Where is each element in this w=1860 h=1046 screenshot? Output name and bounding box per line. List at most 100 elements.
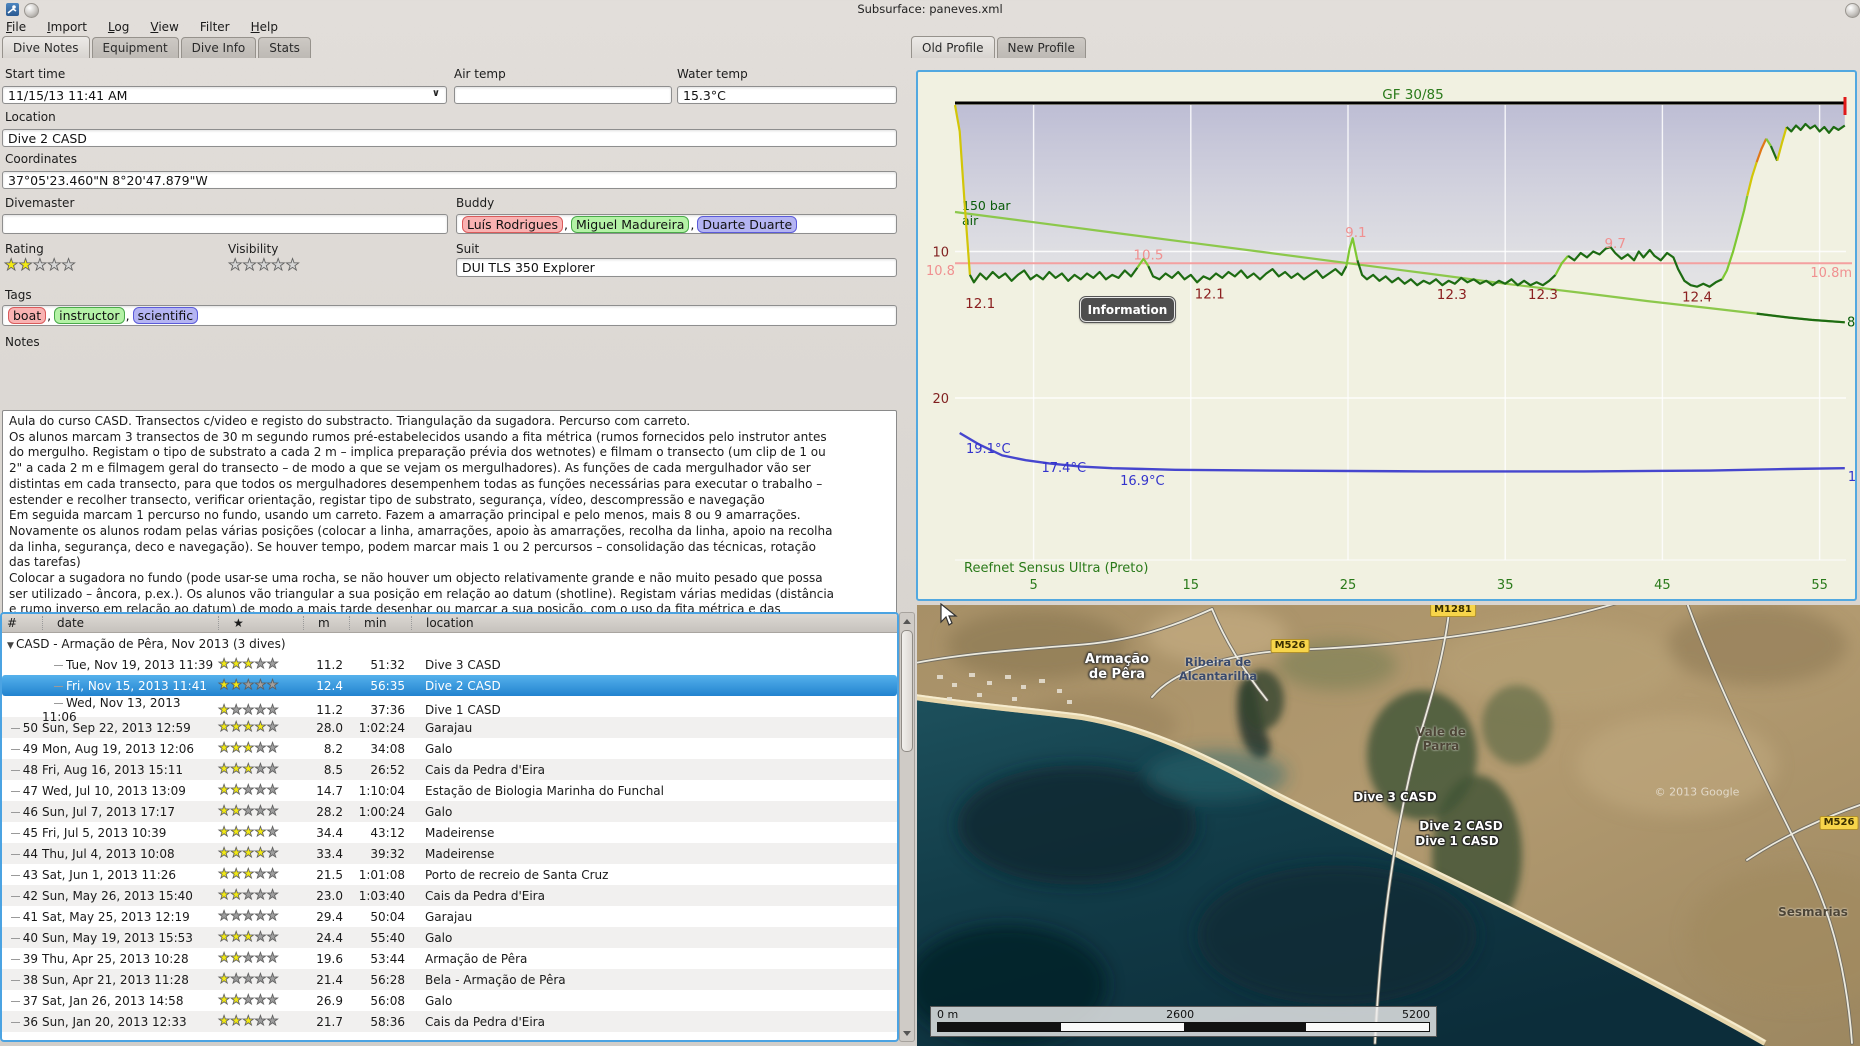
svg-text:Reefnet Sensus Ultra (Preto): Reefnet Sensus Ultra (Preto) xyxy=(964,561,1148,576)
svg-text:5: 5 xyxy=(1029,578,1037,593)
tags-input[interactable]: boat, instructor, scientific xyxy=(2,305,897,326)
buddy-input[interactable]: Luís Rodrigues, Miguel Madureira, Duarte D… xyxy=(456,214,897,234)
dive-row[interactable]: 49 Mon, Aug 19, 2013 12:06 ★★★★★ 8.2 34:… xyxy=(2,738,897,759)
suit-input[interactable]: DUI TLS 350 Explorer xyxy=(456,258,897,277)
column-header-m[interactable]: m xyxy=(303,616,349,630)
column-header-num[interactable]: # xyxy=(2,616,42,630)
dive-list-header[interactable]: # date ★ m min location xyxy=(2,614,897,633)
chip-scientific[interactable]: scientific xyxy=(132,307,199,324)
dive-row[interactable]: Fri, Nov 15, 2013 11:41 ★★★★★ 12.4 56:35… xyxy=(2,675,897,696)
water-temp-input[interactable]: 15.3°C xyxy=(677,86,897,104)
svg-text:12.4: 12.4 xyxy=(1682,289,1712,305)
svg-text:GF 30/85: GF 30/85 xyxy=(1382,87,1443,103)
chevron-down-icon[interactable]: ∨ xyxy=(432,88,440,99)
star-icon: ★ xyxy=(4,255,19,274)
tab-dive-notes[interactable]: Dive Notes xyxy=(2,36,90,58)
svg-text:9.1: 9.1 xyxy=(1345,225,1366,241)
svg-text:12.3: 12.3 xyxy=(1528,287,1558,303)
visibility-label: Visibility xyxy=(228,242,279,256)
scroll-down-button[interactable] xyxy=(901,1026,913,1040)
dive-row[interactable]: Tue, Nov 19, 2013 11:39 ★★★★★ 11.2 51:32… xyxy=(2,654,897,675)
notes-line: Os alunos marcam 3 transectos de 30 m se… xyxy=(9,429,827,444)
star-icon: ★ xyxy=(61,255,76,274)
chip-boat[interactable]: boat xyxy=(8,307,47,324)
window-button[interactable] xyxy=(1845,3,1860,18)
coordinates-input[interactable]: 37°05'23.460"N 8°20'47.879"W xyxy=(2,171,897,189)
titlebar[interactable]: Subsurface: paneves.xml xyxy=(0,0,1860,18)
svg-text:25: 25 xyxy=(1340,578,1357,593)
menu-view[interactable]: View xyxy=(150,20,178,34)
star-icon: ★ xyxy=(18,255,33,274)
dive-row[interactable]: 47 Wed, Jul 10, 2013 13:09 ★★★★★ 14.7 1:… xyxy=(2,780,897,801)
road-badge: M526 xyxy=(1819,816,1859,830)
rating-stars[interactable]: ★★★★★ xyxy=(4,255,77,274)
dive-row[interactable]: 46 Sun, Jul 7, 2013 17:17 ★★★★★ 28.2 1:0… xyxy=(2,801,897,822)
dive-row[interactable]: 40 Sun, May 19, 2013 15:53 ★★★★★ 24.4 55… xyxy=(2,927,897,948)
dive-row[interactable]: 48 Fri, Aug 16, 2013 15:11 ★★★★★ 8.5 26:… xyxy=(2,759,897,780)
dive-row[interactable]: 37 Sat, Jan 26, 2013 14:58 ★★★★★ 26.9 56… xyxy=(2,990,897,1011)
star-icon: ★ xyxy=(285,255,300,274)
suit-label: Suit xyxy=(456,242,480,256)
star-icon: ★ xyxy=(271,255,286,274)
scrollbar-thumb[interactable] xyxy=(901,630,913,752)
visibility-stars[interactable]: ★★★★★ xyxy=(228,255,301,274)
chip-miguel-madureira[interactable]: Miguel Madureira xyxy=(571,215,690,233)
menu-file[interactable]: File xyxy=(6,20,26,34)
notes-line: 2" a cada 2 m e filmagem geral do transe… xyxy=(9,461,811,476)
air-temp-label: Air temp xyxy=(454,67,506,81)
star-icon: ★ xyxy=(228,255,243,274)
location-input[interactable]: Dive 2 CASD xyxy=(2,129,897,147)
column-header-stars[interactable]: ★ xyxy=(218,616,303,630)
chip-instructor[interactable]: instructor xyxy=(54,307,125,324)
dive-row[interactable]: 44 Thu, Jul 4, 2013 10:08 ★★★★★ 33.4 39:… xyxy=(2,843,897,864)
window-title: Subsurface: paneves.xml xyxy=(857,2,1003,16)
coordinates-label: Coordinates xyxy=(5,152,78,166)
svg-text:150 bar: 150 bar xyxy=(962,198,1011,213)
tab-dive-info[interactable]: Dive Info xyxy=(180,37,257,58)
chip-luís-rodrigues[interactable]: Luís Rodrigues xyxy=(462,215,564,233)
dive-row[interactable]: 41 Sat, May 25, 2013 12:19 ★★★★★ 29.4 50… xyxy=(2,906,897,927)
tab-stats[interactable]: Stats xyxy=(258,37,311,58)
dive-row[interactable]: 36 Sun, Jan 20, 2013 12:33 ★★★★★ 21.7 58… xyxy=(2,1011,897,1032)
dive-row[interactable]: 38 Sun, Apr 21, 2013 11:28 ★★★★★ 21.4 56… xyxy=(2,969,897,990)
dive-row[interactable]: Wed, Nov 13, 2013 11:06 ★★★★★ 11.2 37:36… xyxy=(2,696,897,724)
dive-row[interactable]: 43 Sat, Jun 1, 2013 11:26 ★★★★★ 21.5 1:0… xyxy=(2,864,897,885)
scroll-up-button[interactable] xyxy=(901,614,913,628)
collapse-caret-icon[interactable]: ▼ xyxy=(7,641,14,651)
column-header-min[interactable]: min xyxy=(349,616,411,630)
tab-old-profile[interactable]: Old Profile xyxy=(911,36,995,58)
notes-line: Colocar a sugadora no fundo (pode usar-s… xyxy=(9,571,823,586)
svg-text:15: 15 xyxy=(1183,578,1200,593)
tab-equipment[interactable]: Equipment xyxy=(91,37,179,58)
star-icon: ★ xyxy=(256,255,272,274)
notes-line: ser utilizado – âncora, p.ex.). Os aluno… xyxy=(9,586,835,601)
dive-row[interactable]: 45 Fri, Jul 5, 2013 10:39 ★★★★★ 34.4 43:… xyxy=(2,822,897,843)
dive-list-table[interactable]: # date ★ m min location ▼ CASD - Armação de P… xyxy=(0,612,899,1042)
left-tab-bar: Dive Notes Equipment Dive Info Stats xyxy=(2,36,313,58)
dive-profile-chart[interactable]: 10.810.8m102051525354555150 barair8019.1… xyxy=(916,70,1857,601)
svg-text:35: 35 xyxy=(1497,578,1514,593)
menu-help[interactable]: Help xyxy=(251,20,278,34)
menu-log[interactable]: Log xyxy=(108,20,129,34)
profile-tab-bar: Old Profile New Profile xyxy=(911,36,1088,58)
tab-new-profile[interactable]: New Profile xyxy=(996,37,1086,58)
menu-import[interactable]: Import xyxy=(47,20,87,34)
dive-row[interactable]: 39 Thu, Apr 25, 2013 10:28 ★★★★★ 19.6 53… xyxy=(2,948,897,969)
dive-site-map[interactable]: Armação de Pêra Ribeira de Alcantarilha Va… xyxy=(917,605,1860,1046)
dive-row[interactable]: 50 Sun, Sep 22, 2013 12:59 ★★★★★ 28.0 1:… xyxy=(2,717,897,738)
start-time-combo[interactable]: 11/15/13 11:41 AM ∨ xyxy=(2,86,447,104)
scale-left: 0 m xyxy=(937,1008,959,1021)
star-icon: ★ xyxy=(242,255,257,274)
dive-row[interactable]: 42 Sun, May 26, 2013 15:40 ★★★★★ 23.0 1:… xyxy=(2,885,897,906)
water-temp-label: Water temp xyxy=(677,67,748,81)
dive-list-scrollbar[interactable] xyxy=(899,612,915,1042)
information-tooltip[interactable]: Information xyxy=(1079,296,1176,323)
scale-bar-segments xyxy=(937,1022,1430,1032)
air-temp-input[interactable] xyxy=(454,86,672,104)
column-header-date[interactable]: date xyxy=(42,616,218,630)
chip-duarte-duarte[interactable]: Duarte Duarte xyxy=(697,215,798,233)
divemaster-input[interactable] xyxy=(2,214,448,234)
menu-filter[interactable]: Filter xyxy=(200,20,230,34)
column-header-location[interactable]: location xyxy=(411,616,897,630)
trip-group-row[interactable]: ▼ CASD - Armação de Pêra, Nov 2013 (3 di… xyxy=(2,633,897,654)
